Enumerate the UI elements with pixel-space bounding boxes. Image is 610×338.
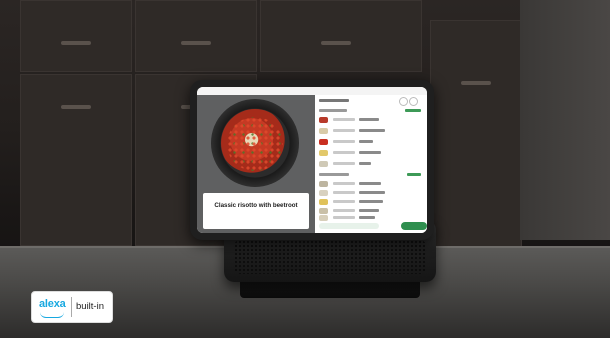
wall [520, 0, 610, 240]
tall-cabinet [430, 20, 522, 247]
section-header [319, 173, 349, 176]
section-link[interactable] [407, 173, 421, 176]
ingredient-row [319, 159, 423, 169]
alexa-built-in-badge: alexa built-in [31, 291, 113, 323]
start-cooking-button[interactable] [401, 222, 427, 230]
servings-label [319, 99, 349, 102]
badge-divider [71, 297, 72, 317]
recipe-image-pane: Classic risotto with beetroot [197, 95, 315, 233]
minus-icon[interactable] [399, 97, 408, 106]
recipe-title: Classic risotto with beetroot [214, 202, 298, 209]
kitchen-scene: Classic risotto with beetroot alexa buil… [0, 0, 610, 338]
plus-icon[interactable] [409, 97, 418, 106]
recipe-title-card: Classic risotto with beetroot [203, 193, 309, 229]
upper-cabinet [135, 0, 257, 72]
built-in-label: built-in [76, 301, 104, 312]
speaker-grille [234, 240, 426, 274]
add-to-list-button[interactable] [319, 223, 379, 229]
upper-cabinet [20, 0, 132, 72]
tablet-device: Classic risotto with beetroot [190, 80, 434, 240]
alexa-logo-text: alexa [39, 298, 66, 310]
status-bar [197, 87, 427, 95]
section-link[interactable] [405, 109, 421, 112]
ingredient-row [319, 126, 423, 136]
ingredient-row [319, 115, 423, 125]
upper-cabinet [260, 0, 422, 72]
ingredient-row [319, 148, 423, 158]
lower-cabinet [20, 74, 132, 246]
section-header [319, 109, 347, 112]
alexa-smile-icon [40, 312, 64, 318]
tablet-screen[interactable]: Classic risotto with beetroot [197, 87, 427, 233]
garnish-image [227, 117, 283, 171]
ingredient-row [319, 137, 423, 147]
ingredients-pane [315, 95, 427, 233]
